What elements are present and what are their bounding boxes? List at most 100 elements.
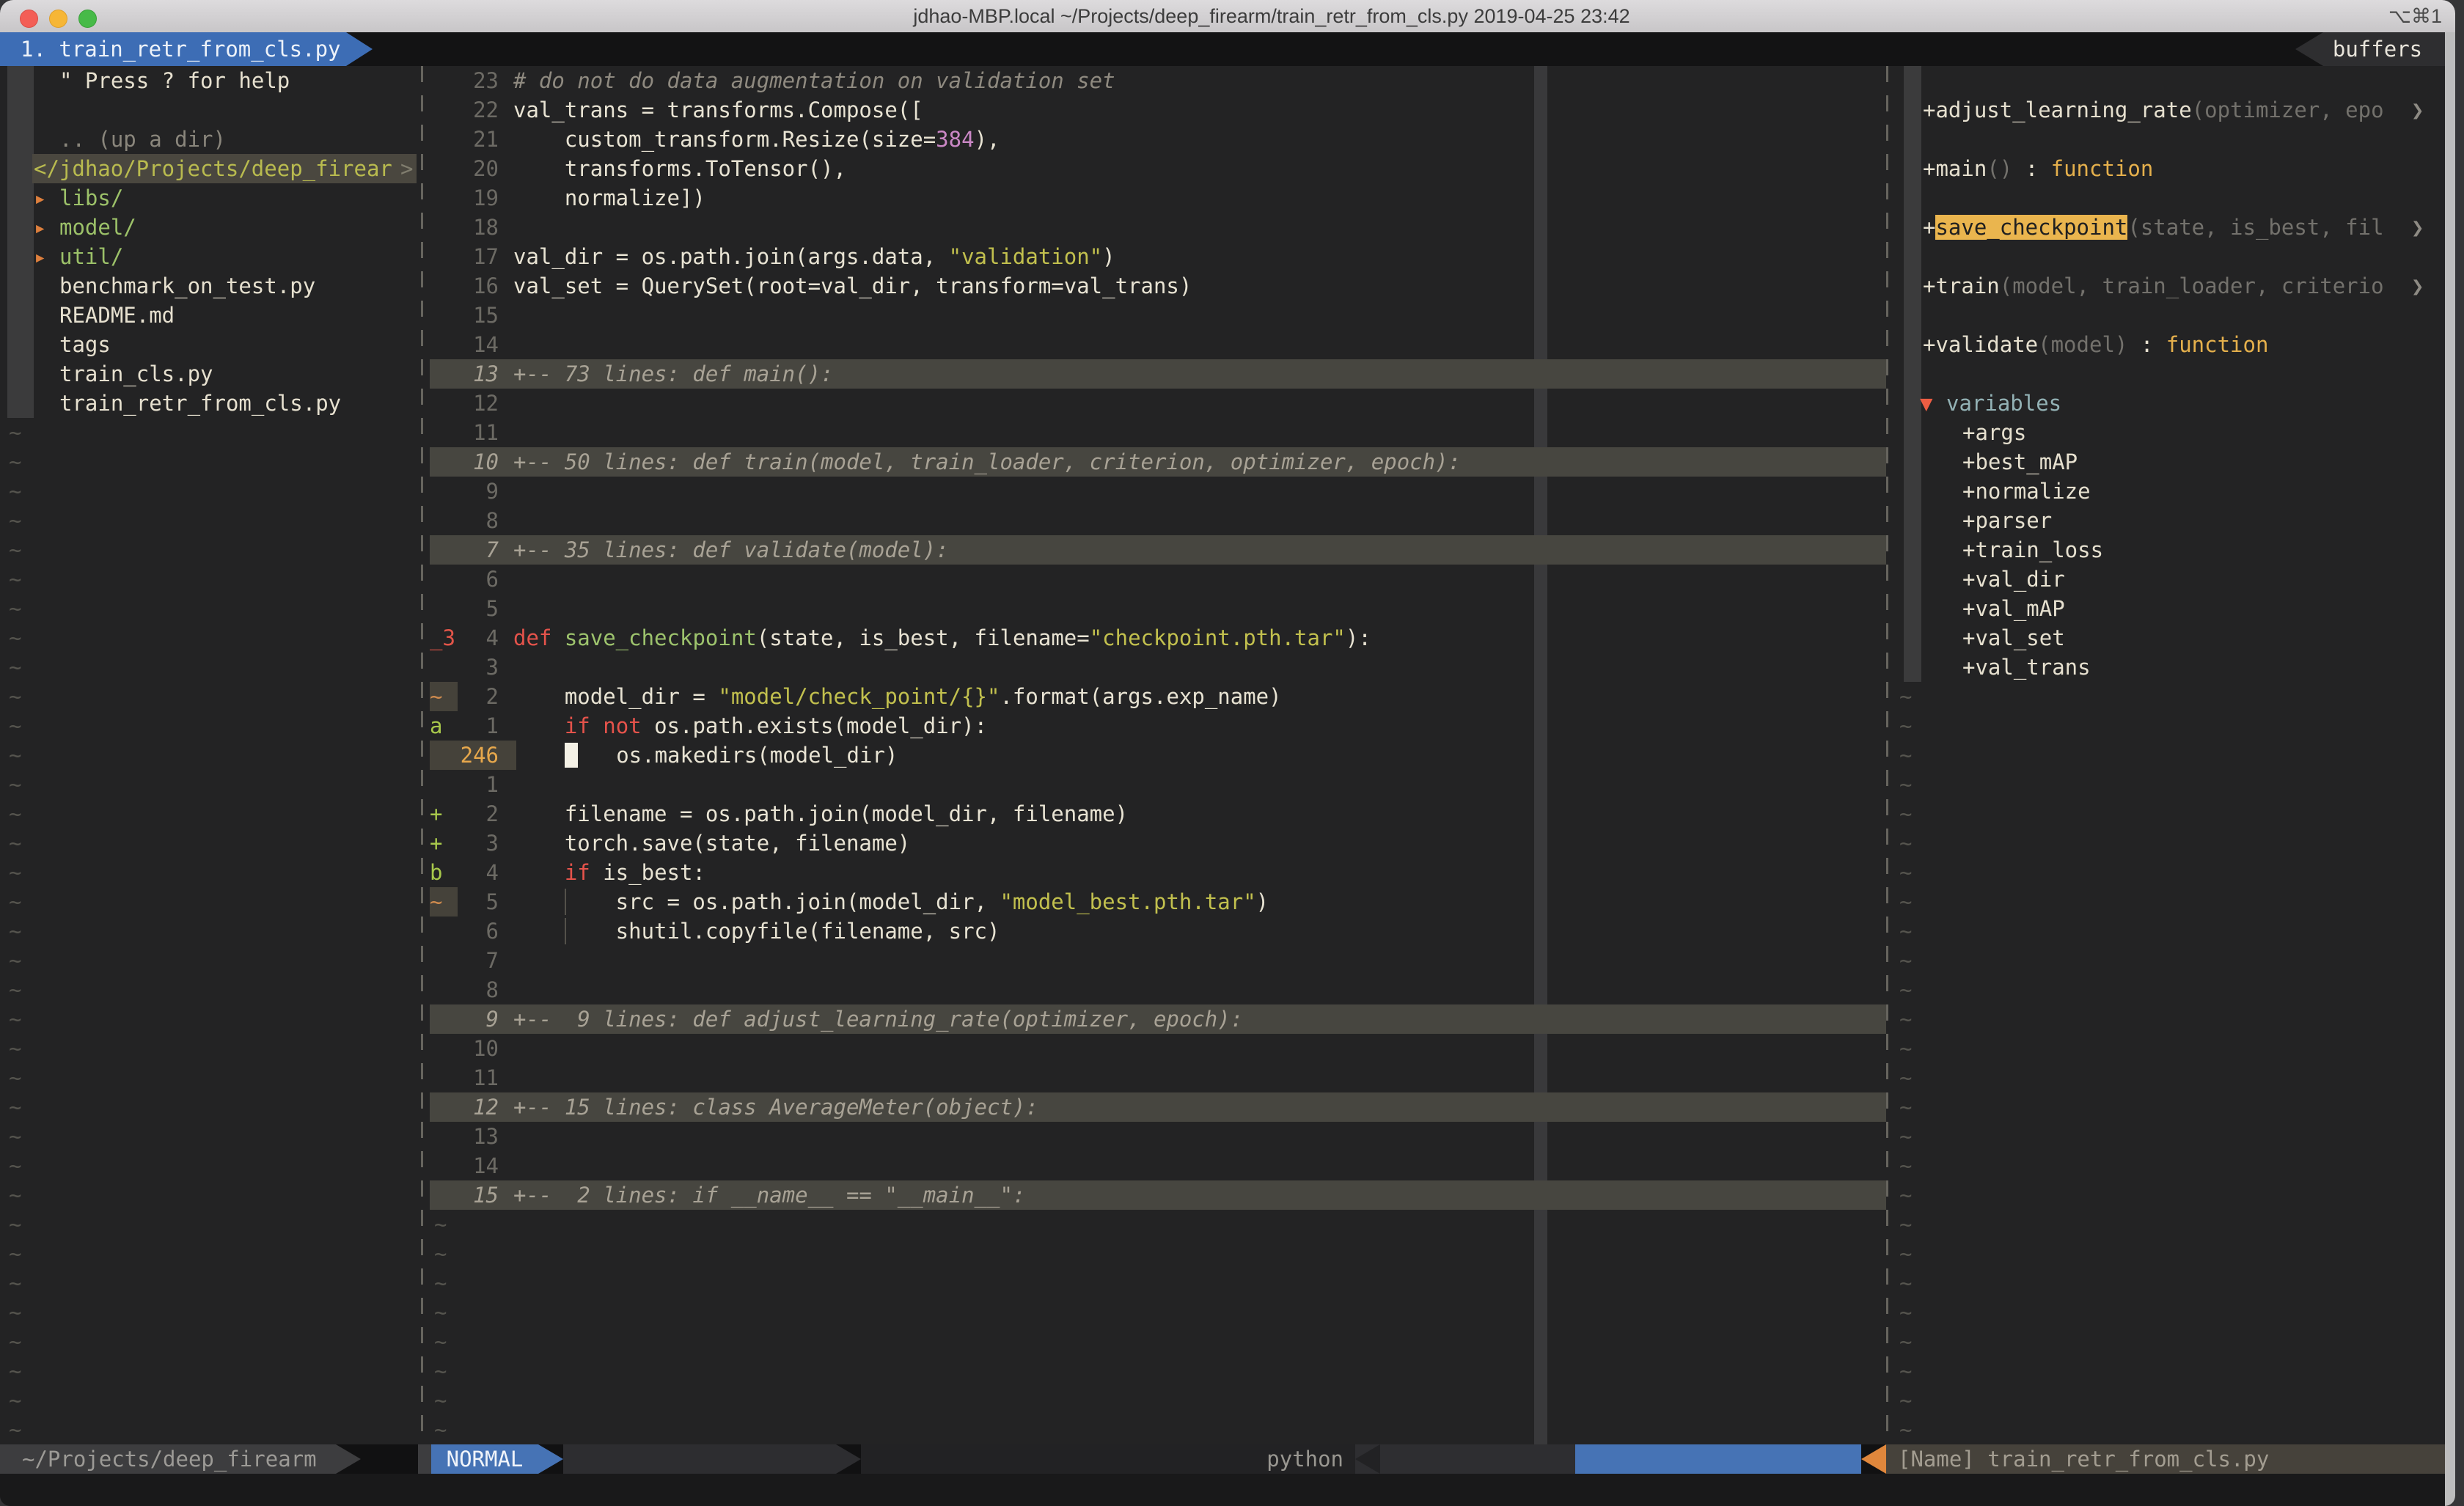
empty-line-tilde: ~ — [1898, 711, 2445, 741]
code-token: transforms.ToTensor(), — [513, 156, 846, 181]
close-button-icon[interactable] — [20, 10, 38, 28]
gutter-sign: ~ — [430, 887, 458, 917]
tag-entry[interactable]: +val_trans — [1898, 653, 2445, 682]
fold-line[interactable]: 13+-- 73 lines: def main(): — [430, 359, 1886, 389]
code-line[interactable]: 8 — [430, 506, 1886, 535]
tree-item[interactable]: ▸util/ — [0, 242, 417, 271]
tree-item[interactable]: train_retr_from_cls.py — [0, 389, 417, 418]
tree-item[interactable]: ▸model/ — [0, 213, 417, 242]
code-line[interactable]: 5 — [430, 594, 1886, 623]
tree-item[interactable]: README.md — [0, 301, 417, 330]
code-line[interactable]: 246 os.makedirs(model_dir) — [430, 741, 1886, 770]
code-line[interactable]: 6 shutil.copyfile(filename, src) — [430, 917, 1886, 946]
code-line[interactable]: 3 — [430, 653, 1886, 682]
fold-text: +-- 35 lines: def validate(model): — [513, 537, 949, 562]
window-separator[interactable] — [1886, 66, 1888, 1444]
tag-token: save_checkpoint — [1935, 215, 2127, 240]
code-line[interactable]: 10 — [430, 1034, 1886, 1063]
sign-cell — [430, 66, 458, 95]
fold-line[interactable]: 15+-- 2 lines: if __name__ == "__main__"… — [430, 1180, 1886, 1210]
folder-collapsed-icon: ▸ — [34, 213, 59, 242]
code-line[interactable]: +3 torch.save(state, filename) — [430, 829, 1886, 858]
code-line[interactable]: 16val_set = QuerySet(root=val_dir, trans… — [430, 271, 1886, 301]
tag-entry[interactable]: +main() : function — [1898, 154, 2445, 183]
tag-entry[interactable]: +args — [1898, 418, 2445, 447]
tag-token: : — [2127, 332, 2166, 357]
sign-cell — [430, 1151, 458, 1180]
code-line[interactable]: a1 if not os.path.exists(model_dir): — [430, 711, 1886, 741]
tag-entry[interactable]: ▼variables — [1898, 389, 2445, 418]
tree-item[interactable]: </jdhao/Projects/deep_firear> — [0, 154, 417, 183]
powerline-arrow-icon — [538, 1444, 563, 1474]
empty-line-tilde: ~ — [1898, 1122, 2445, 1151]
tag-entry[interactable]: +train_loss — [1898, 535, 2445, 565]
code-line[interactable]: ~2 model_dir = "model/check_point/{}".fo… — [430, 682, 1886, 711]
code-token: "checkpoint.pth.tar" — [1090, 625, 1346, 650]
tag-entry[interactable]: +best_mAP — [1898, 447, 2445, 477]
tag-entry[interactable]: +parser — [1898, 506, 2445, 535]
tree-item[interactable]: ▸libs/ — [0, 183, 417, 213]
code-line[interactable]: 14 — [430, 330, 1886, 359]
code-line[interactable]: 8 — [430, 975, 1886, 1004]
code-line[interactable]: 18 — [430, 213, 1886, 242]
code-line[interactable]: 19 normalize]) — [430, 183, 1886, 213]
tag-entry[interactable]: +val_dir — [1898, 565, 2445, 594]
tree-item[interactable]: .. (up a dir) — [0, 125, 417, 154]
code-line[interactable]: 12 — [430, 389, 1886, 418]
tag-entry[interactable]: +save_checkpoint(state, is_best, fil❯ — [1898, 213, 2445, 242]
empty-line-tilde: ~ — [1898, 1268, 2445, 1298]
code-line[interactable]: 21 custom_transform.Resize(size=384), — [430, 125, 1886, 154]
code-line[interactable]: 9 — [430, 477, 1886, 506]
window-separator[interactable] — [421, 66, 423, 1444]
code-line[interactable]: 15 — [430, 301, 1886, 330]
code-line[interactable]: +2 filename = os.path.join(model_dir, fi… — [430, 799, 1886, 829]
tag-entry[interactable]: +adjust_learning_rate(optimizer, epo❯ — [1898, 95, 2445, 125]
code-line[interactable]: 14 — [430, 1151, 1886, 1180]
code-line[interactable]: 7 — [430, 946, 1886, 975]
code-line[interactable]: 20 transforms.ToTensor(), — [430, 154, 1886, 183]
tree-item[interactable]: train_cls.py — [0, 359, 417, 389]
code-line[interactable]: 17val_dir = os.path.join(args.data, "val… — [430, 242, 1886, 271]
tree-indent — [34, 389, 59, 418]
empty-line-tilde: ~ — [0, 1298, 417, 1327]
code-line[interactable]: b4 if is_best: — [430, 858, 1886, 887]
line-number: 1 — [458, 711, 499, 741]
tag-entry[interactable]: +val_mAP — [1898, 594, 2445, 623]
empty-line-tilde: ~ — [1898, 1239, 2445, 1268]
tag-entry[interactable]: +validate(model) : function — [1898, 330, 2445, 359]
buffers-label[interactable]: buffers — [2295, 32, 2445, 66]
tree-item[interactable]: tags — [0, 330, 417, 359]
code-line[interactable]: 11 — [430, 1063, 1886, 1092]
sign-cell — [430, 1063, 458, 1092]
fold-line[interactable]: 10+-- 50 lines: def train(model, train_l… — [430, 447, 1886, 477]
tree-item[interactable]: benchmark_on_test.py — [0, 271, 417, 301]
code-line[interactable]: 1 — [430, 770, 1886, 799]
tag-token: (model, train_loader, criterio — [2000, 273, 2384, 298]
code-token: custom_transform.Resize(size= — [513, 127, 936, 152]
sign-cell — [430, 946, 458, 975]
code-line[interactable]: 13 — [430, 1122, 1886, 1151]
empty-line-tilde: ~ — [1898, 1327, 2445, 1356]
tag-entry[interactable]: +normalize — [1898, 477, 2445, 506]
code-line[interactable]: 11 — [430, 418, 1886, 447]
tree-item[interactable]: " Press ? for help — [0, 66, 417, 95]
fold-line[interactable]: 12+-- 15 lines: class AverageMeter(objec… — [430, 1092, 1886, 1122]
code-line[interactable]: ~5 src = os.path.join(model_dir, "model_… — [430, 887, 1886, 917]
code-line[interactable]: 22val_trans = transforms.Compose([ — [430, 95, 1886, 125]
tag-entry[interactable]: +train(model, train_loader, criterio❯ — [1898, 271, 2445, 301]
empty-line-tilde: ~ — [1898, 1004, 2445, 1034]
tab-train-retr-from-cls[interactable]: 1. train_retr_from_cls.py — [0, 32, 373, 66]
code-token: def — [513, 625, 565, 650]
tag-entry[interactable]: +val_set — [1898, 623, 2445, 653]
line-number: 4 — [458, 623, 499, 653]
code-line[interactable]: _34def save_checkpoint(state, is_best, f… — [430, 623, 1886, 653]
fold-line[interactable]: 7+-- 35 lines: def validate(model): — [430, 535, 1886, 565]
tree-root-path: </jdhao/Projects/deep_firear — [34, 156, 392, 181]
sign-cell — [430, 1180, 458, 1210]
code-token: torch.save(state, filename) — [513, 831, 910, 856]
code-line[interactable]: 6 — [430, 565, 1886, 594]
code-line[interactable]: 23# do not do data augmentation on valid… — [430, 66, 1886, 95]
line-number: 10 — [458, 447, 499, 477]
tag-token: variables — [1946, 391, 2061, 416]
fold-line[interactable]: 9+-- 9 lines: def adjust_learning_rate(o… — [430, 1004, 1886, 1034]
